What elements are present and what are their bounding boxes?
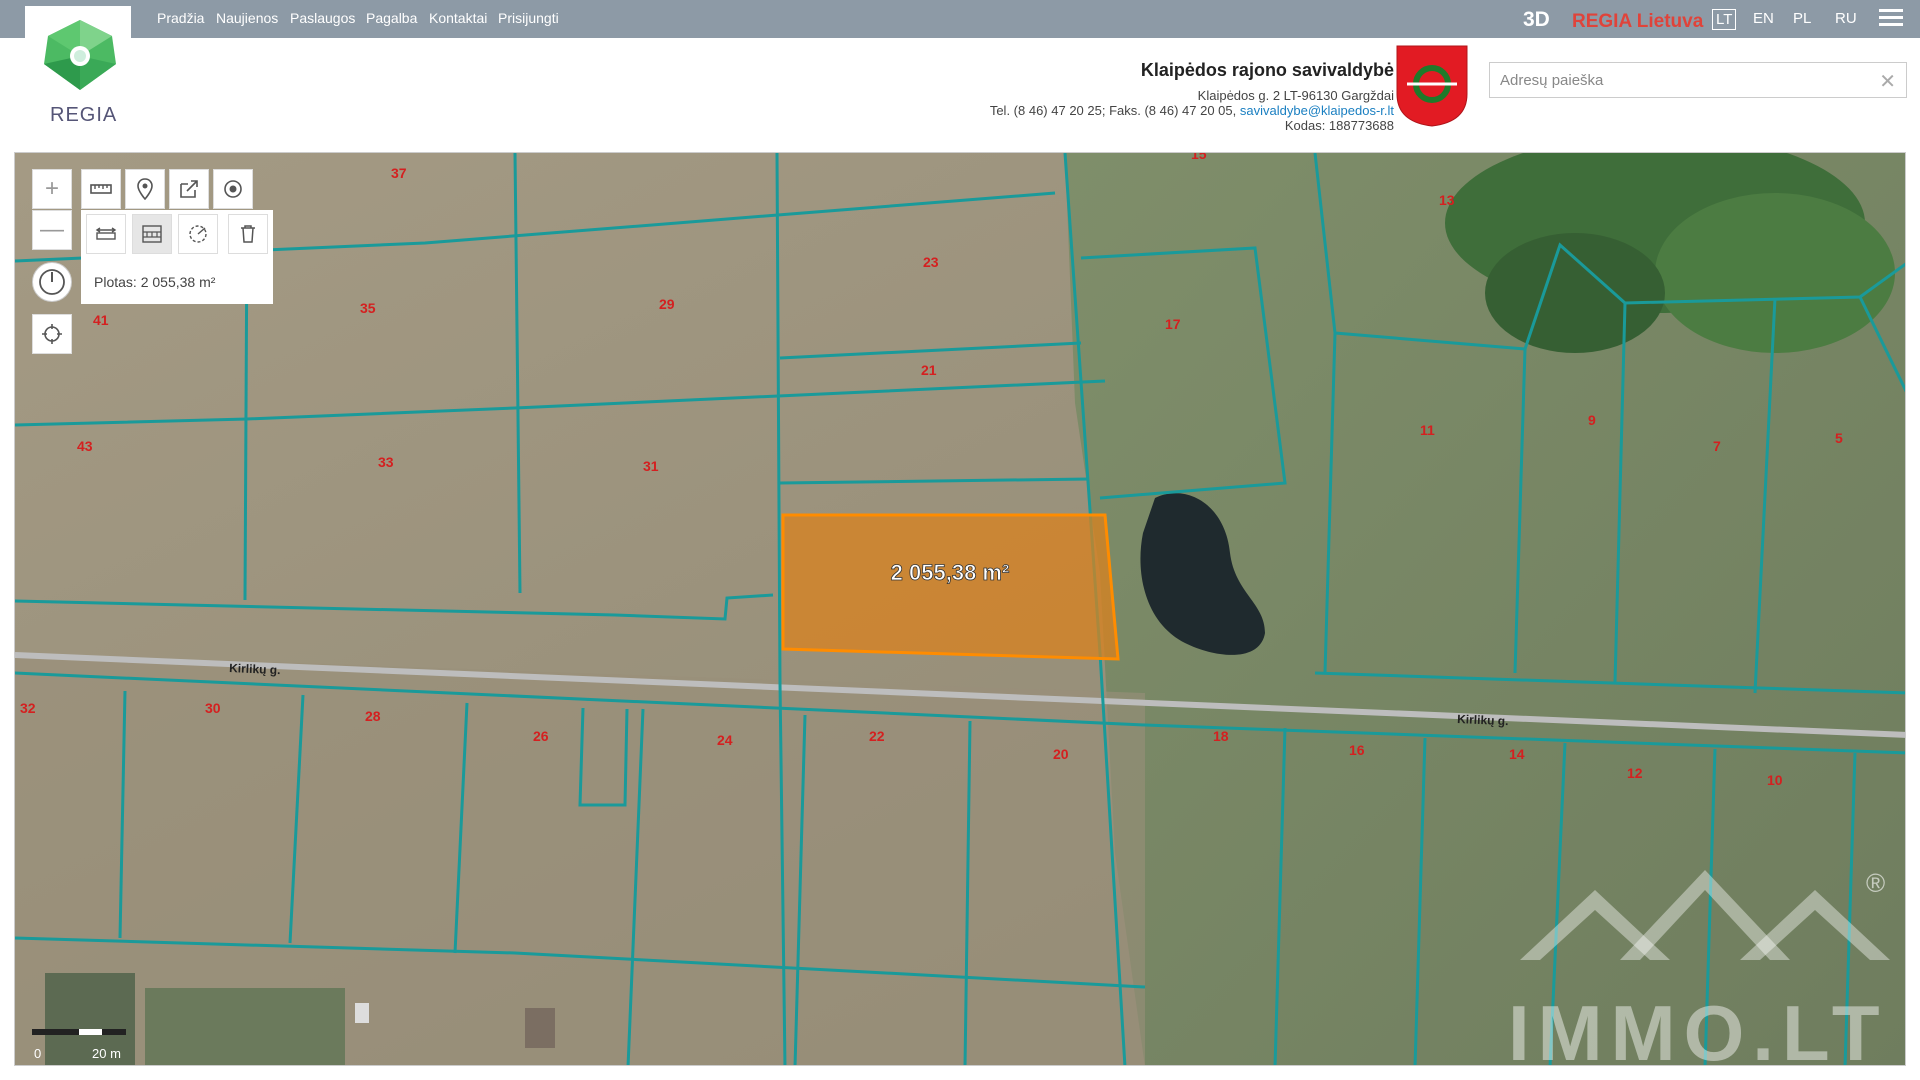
municipality-contact: Tel. (8 46) 47 20 25; Faks. (8 46) 47 20… (990, 103, 1394, 118)
area-measurement-label: Plotas: 2 055,38 m² (94, 274, 216, 290)
ruler-icon (90, 184, 112, 194)
parcel-number: 30 (205, 700, 221, 716)
parcel-number: 16 (1349, 742, 1365, 758)
hamburger-menu-icon[interactable] (1879, 9, 1903, 29)
municipality-email-link[interactable]: savivaldybe@klaipedos-r.lt (1240, 103, 1394, 118)
export-button[interactable] (169, 169, 209, 209)
parcel-number: 11 (1420, 422, 1435, 438)
parcel-number: 35 (360, 300, 376, 316)
parcel-number: 20 (1053, 746, 1069, 762)
measure-distance-button[interactable] (86, 214, 126, 254)
clear-search-icon[interactable]: ✕ (1879, 69, 1896, 94)
parcel-number: 41 (93, 312, 109, 328)
parcel-number: 22 (869, 728, 885, 744)
target-button[interactable] (213, 169, 253, 209)
export-icon (180, 180, 198, 198)
compass-icon (39, 269, 65, 295)
parcel-number: 5 (1835, 430, 1843, 446)
parcel-number: 28 (365, 708, 381, 724)
parcel-number: 32 (20, 700, 36, 716)
parcel-number: 17 (1165, 316, 1181, 332)
locate-icon (42, 324, 62, 344)
regia-lietuva-link[interactable]: REGIA Lietuva (1572, 11, 1703, 33)
measure-radius-button[interactable] (178, 214, 218, 254)
delete-measure-button[interactable] (228, 214, 268, 254)
locate-button[interactable] (32, 314, 72, 354)
target-icon (224, 180, 242, 198)
parcel-number: 10 (1767, 772, 1783, 788)
nav-contacts[interactable]: Kontaktai (429, 10, 487, 26)
nav-services[interactable]: Paslaugos (290, 10, 355, 26)
map-view[interactable]: 37 35 29 23 21 41 43 33 31 17 13 11 9 7 … (14, 152, 1906, 1066)
trash-icon (241, 225, 255, 243)
parcel-number: 12 (1627, 765, 1643, 781)
lang-ru[interactable]: RU (1832, 9, 1860, 28)
measure-button[interactable] (81, 169, 121, 209)
marker-icon (137, 178, 153, 200)
parcel-number: 23 (923, 254, 939, 270)
map-canvas[interactable]: 37 35 29 23 21 41 43 33 31 17 13 11 9 7 … (15, 153, 1906, 1066)
parcel-number: 21 (921, 362, 937, 378)
plus-icon: + (44, 175, 59, 202)
parcel-number: 14 (1509, 746, 1525, 762)
marker-button[interactable] (125, 169, 165, 209)
measure-area-icon (142, 225, 162, 243)
nav-help[interactable]: Pagalba (366, 10, 417, 26)
parcel-number: 26 (533, 728, 549, 744)
measure-radius-icon (189, 225, 207, 243)
parcel-number: 29 (659, 296, 675, 312)
building (525, 1008, 555, 1048)
municipality-phone-fax: Tel. (8 46) 47 20 25; Faks. (8 46) 47 20… (989, 103, 1237, 118)
scale-end-label: 20 m (92, 1046, 121, 1061)
lang-pl[interactable]: PL (1790, 9, 1814, 28)
parcel-number: 24 (717, 732, 733, 748)
minus-icon: — (40, 216, 64, 243)
parcel-number: 37 (391, 165, 407, 181)
coat-of-arms-icon (1396, 45, 1468, 127)
address-search-input[interactable] (1498, 63, 1872, 97)
nav-home[interactable]: Pradžia (157, 10, 204, 26)
measure-distance-icon (95, 227, 117, 240)
lang-en[interactable]: EN (1750, 9, 1777, 28)
zoom-in-button[interactable]: + (32, 169, 72, 209)
address-search-box[interactable]: ✕ (1489, 62, 1907, 98)
nav-login[interactable]: Prisijungti (498, 10, 559, 26)
street-name-label: Kirlikų g. (1457, 712, 1509, 728)
parcel-number: 9 (1588, 412, 1596, 428)
regia-logo-icon[interactable] (40, 18, 120, 92)
measure-area-button[interactable] (132, 214, 172, 254)
nav-news[interactable]: Naujienos (216, 10, 278, 26)
zoom-out-button[interactable]: — (32, 210, 72, 250)
parcel-number: 15 (1191, 153, 1207, 162)
building (355, 1003, 369, 1023)
parcel-number: 13 (1439, 192, 1455, 208)
lang-lt[interactable]: LT (1712, 9, 1737, 30)
parcel-number: 7 (1713, 438, 1721, 454)
municipality-name: Klaipėdos rajono savivaldybė (1140, 60, 1394, 80)
compass-button[interactable] (32, 262, 72, 302)
regia-logo-text: REGIA (50, 104, 118, 126)
top-bar: Pradžia Naujienos Paslaugos Pagalba Kont… (0, 0, 1920, 38)
selected-parcel[interactable] (781, 513, 1120, 661)
street-name-label: Kirlikų g. (229, 661, 281, 677)
selected-area-label: 2 055,38 m² (891, 560, 1010, 585)
parcel-number: 43 (77, 438, 93, 454)
municipality-address: Klaipėdos g. 2 LT-96130 Gargždai (1197, 88, 1394, 103)
municipality-code: Kodas: 188773688 (1284, 118, 1394, 133)
parcel-number: 33 (378, 454, 394, 470)
parcel-number: 31 (643, 458, 659, 474)
parcel-number: 18 (1213, 728, 1229, 744)
3d-button[interactable]: 3D (1523, 8, 1550, 32)
scale-start-label: 0 (34, 1046, 42, 1061)
yard-area (145, 988, 345, 1065)
